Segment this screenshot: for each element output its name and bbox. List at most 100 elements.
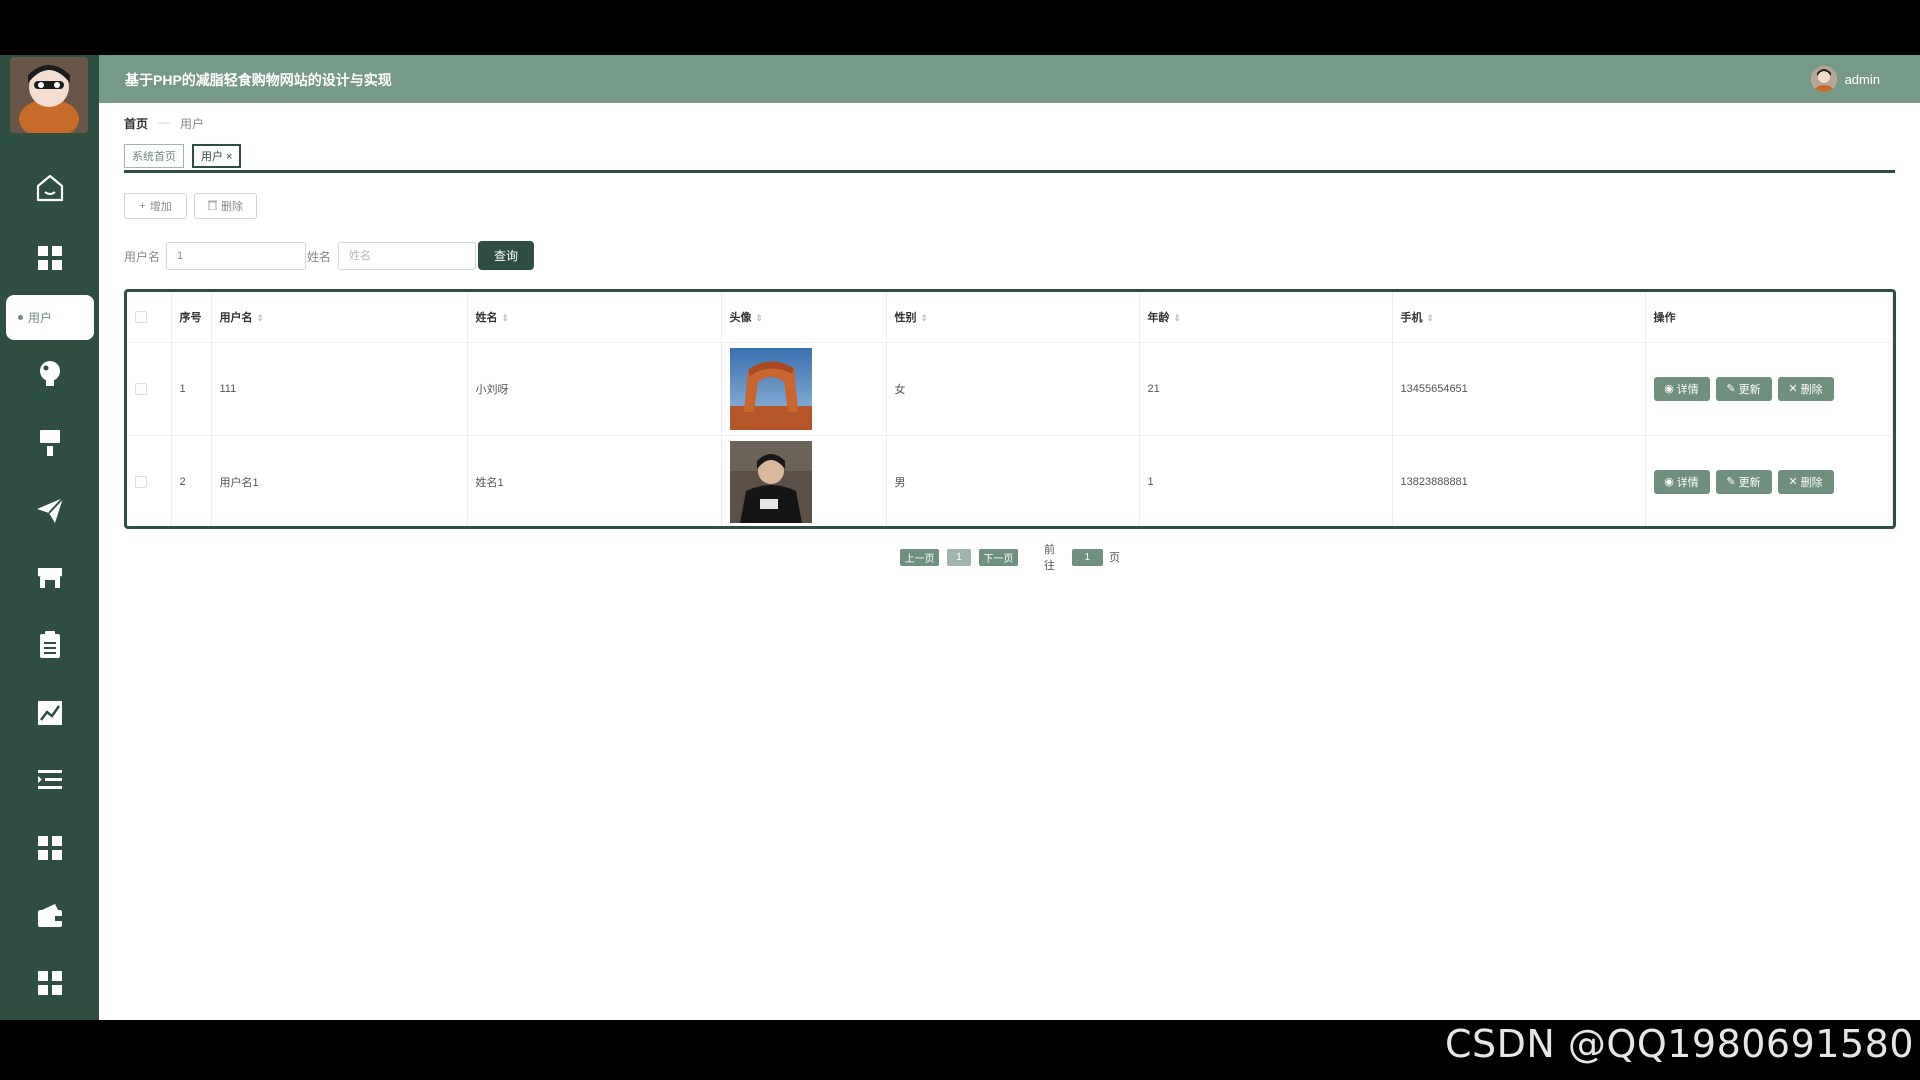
pagination: 上一页 1 下一页 前往 1 页 (900, 544, 1120, 572)
eye-icon: ◉ (1664, 383, 1674, 395)
goto-page-input[interactable]: 1 (1071, 548, 1103, 566)
delete-button[interactable]: ✕ 删除 (1777, 469, 1834, 494)
cell-avatar (721, 342, 887, 436)
username: admin (1844, 71, 1880, 87)
screen-top-black-bar (0, 0, 1920, 55)
cell-actions: ◉ 详情 ✎ 更新 ✕ 删除 (1645, 435, 1893, 526)
grid-icon-2[interactable] (0, 822, 99, 874)
user-avatar (1810, 66, 1837, 92)
sort-icon[interactable]: ⇕ (1174, 313, 1182, 323)
watermark-text: CSDN @QQ1980691580 (1444, 1022, 1914, 1066)
column-header-name[interactable]: 姓名 ⇕ (467, 292, 722, 343)
cell-avatar (721, 435, 887, 526)
batch-delete-button[interactable]: 删除 (194, 193, 257, 219)
eye-icon: ◉ (1664, 476, 1674, 488)
edit-icon: ✎ (1726, 383, 1736, 395)
sidebar-avatar (10, 57, 88, 133)
plus-icon: + (139, 200, 146, 212)
home-icon[interactable] (0, 162, 99, 214)
sort-icon[interactable]: ⇕ (257, 313, 265, 323)
breadcrumb-home[interactable]: 首页 (124, 115, 148, 132)
breadcrumb-current: 用户 (180, 117, 205, 131)
detail-button[interactable]: ◉ 详情 (1653, 376, 1710, 401)
select-all-header (127, 292, 172, 343)
grid-icon[interactable] (0, 232, 99, 284)
list-icon[interactable] (0, 754, 99, 806)
trash-icon (208, 200, 217, 213)
page-suffix: 页 (1108, 552, 1120, 564)
app-title: 基于PHP的减脂轻食购物网站的设计与实现 (125, 72, 392, 88)
page-number-1[interactable]: 1 (947, 548, 971, 566)
select-all-checkbox[interactable] (135, 310, 147, 323)
cell-username: 用户名1 (211, 435, 468, 526)
add-button[interactable]: + 增加 (124, 193, 187, 219)
tab-bar: 系统首页 用户 × (124, 144, 1895, 173)
column-header-username[interactable]: 用户名 ⇕ (211, 292, 468, 343)
column-header-gender[interactable]: 性别 ⇕ (886, 292, 1140, 343)
row-select-cell (127, 435, 172, 526)
header: 基于PHP的减脂轻食购物网站的设计与实现 admin (99, 55, 1920, 103)
column-header-phone[interactable]: 手机 ⇕ (1392, 292, 1646, 343)
grid-icon-3[interactable] (0, 957, 99, 1009)
brush-icon[interactable] (0, 416, 99, 468)
username-search-label: 用户名 (124, 250, 161, 264)
cell-index: 1 (171, 342, 212, 436)
name-search-input[interactable] (338, 242, 476, 270)
breadcrumb: 首页 — 用户 (124, 115, 204, 132)
sort-icon[interactable]: ⇕ (1427, 313, 1435, 323)
username-search-input[interactable] (166, 242, 306, 270)
column-header-actions: 操作 (1645, 292, 1893, 343)
send-icon[interactable] (0, 484, 99, 536)
avatar-thumbnail[interactable] (729, 347, 812, 430)
column-header-avatar[interactable]: 头像 ⇕ (721, 292, 887, 343)
detail-button[interactable]: ◉ 详情 (1653, 469, 1710, 494)
cell-gender: 男 (886, 435, 1140, 526)
sort-icon[interactable]: ⇕ (756, 313, 764, 323)
row-select-cell (127, 342, 172, 436)
active-dot (18, 315, 23, 320)
row-checkbox[interactable] (135, 382, 147, 395)
table-row: 1 111 小刘呀 女 21 13455654651 ◉ 详情 ✎ 更新 ✕ 删… (127, 342, 1893, 436)
tab-system-home[interactable]: 系统首页 (124, 144, 184, 168)
column-header-index: 序号 (171, 292, 212, 343)
close-icon: ✕ (1788, 383, 1798, 395)
update-button[interactable]: ✎ 更新 (1715, 469, 1772, 494)
prev-page-button[interactable]: 上一页 (900, 548, 940, 566)
user-table: 序号 用户名 ⇕ 姓名 ⇕ 头像 ⇕ 性别 ⇕ 年龄 ⇕ 手机 ⇕ 操作 1 111 小刘呀 (124, 289, 1896, 529)
update-button[interactable]: ✎ 更新 (1715, 376, 1772, 401)
chart-icon[interactable] (0, 687, 99, 739)
delete-button[interactable]: ✕ 删除 (1777, 376, 1834, 401)
avatar-thumbnail[interactable] (729, 440, 812, 523)
cell-actions: ◉ 详情 ✎ 更新 ✕ 删除 (1645, 342, 1893, 436)
close-icon: ✕ (1788, 476, 1798, 488)
cell-username: 111 (211, 342, 468, 436)
cell-phone: 13823888881 (1392, 435, 1646, 526)
sidebar-item-users[interactable]: 用户 (6, 295, 94, 340)
cell-age: 21 (1139, 342, 1393, 436)
edit-icon: ✎ (1726, 476, 1736, 488)
tab-users[interactable]: 用户 × (192, 144, 242, 168)
bulb-icon[interactable] (0, 348, 99, 400)
store-icon[interactable] (0, 551, 99, 603)
table-row: 2 用户名1 姓名1 男 1 13823888881 ◉ 详情 ✎ 更新 ✕ 删… (127, 435, 1893, 526)
wallet-icon[interactable] (0, 890, 99, 942)
next-page-button[interactable]: 下一页 (978, 548, 1019, 566)
clipboard-icon[interactable] (0, 619, 99, 671)
row-checkbox[interactable] (135, 475, 147, 488)
cell-name: 姓名1 (467, 435, 722, 526)
sidebar: 用户 (0, 55, 99, 1020)
name-search-label: 姓名 (307, 250, 332, 264)
cell-index: 2 (171, 435, 212, 526)
cell-name: 小刘呀 (467, 342, 722, 436)
sort-icon[interactable]: ⇕ (921, 313, 929, 323)
query-button[interactable]: 查询 (478, 241, 534, 270)
goto-label: 前往 (1044, 544, 1056, 572)
breadcrumb-separator: — (158, 115, 171, 129)
add-button-label: 增加 (149, 201, 172, 213)
sort-icon[interactable]: ⇕ (502, 313, 510, 323)
batch-delete-label: 删除 (221, 201, 243, 213)
user-menu[interactable]: admin (1810, 66, 1880, 92)
app-window: 用户 基于PHP的减脂轻食购物网站的设计与实现 admin 首页 — 用户 系统… (0, 55, 1920, 1020)
cell-gender: 女 (886, 342, 1140, 436)
column-header-age[interactable]: 年龄 ⇕ (1139, 292, 1393, 343)
